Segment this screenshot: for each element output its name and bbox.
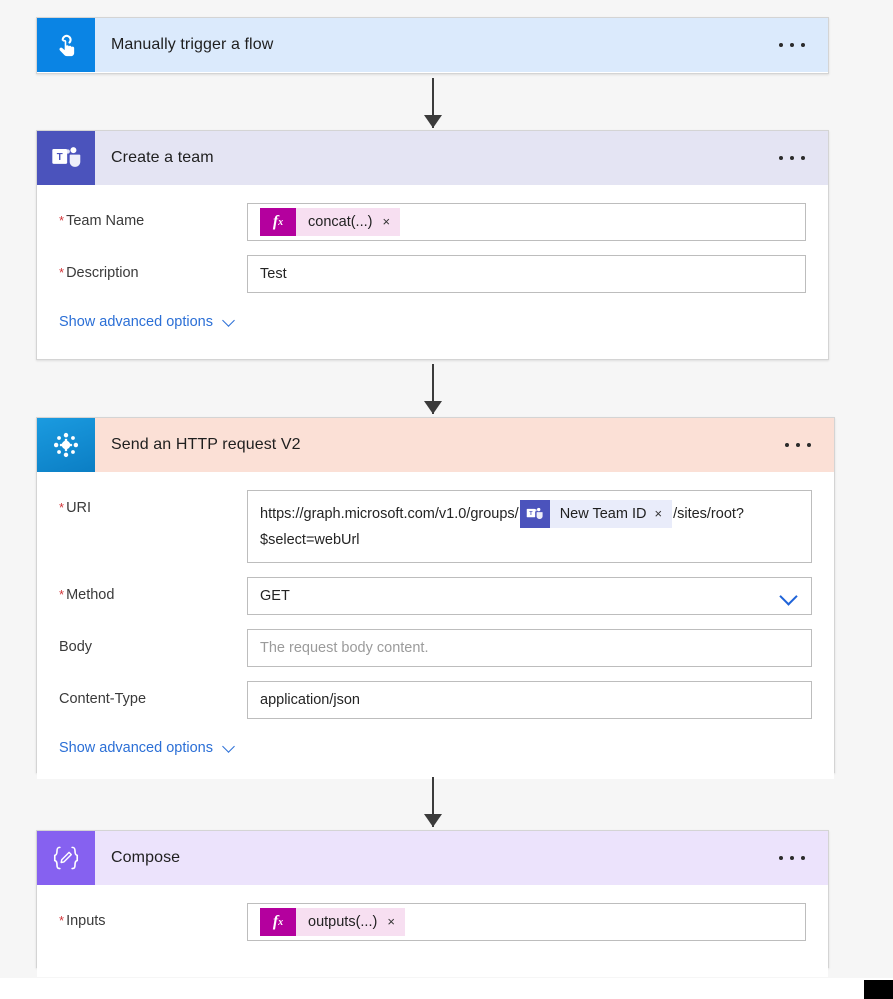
flow-step-card-compose[interactable]: Compose * Inputs fx outputs(...) × [36, 830, 829, 977]
dot [779, 856, 783, 860]
flow-step-card-create-a-team[interactable]: T Create a team * Team Name fx concat(..… [36, 130, 829, 360]
office365-groups-burst-icon [37, 418, 95, 472]
body-placeholder: The request body content. [260, 640, 429, 656]
card-icon-container [37, 418, 95, 472]
card-body: * URI https://graph.microsoft.com/v1.0/gr… [37, 472, 834, 779]
form-row-content-type: Content-Type application/json [59, 681, 812, 719]
card-title: Compose [111, 849, 181, 866]
field-label-content-type: Content-Type [59, 691, 147, 707]
field-label-team-name: * Team Name [59, 213, 145, 229]
touch-hand-icon [37, 18, 95, 72]
fx-icon: fx [260, 908, 296, 936]
form-row-inputs: * Inputs fx outputs(...) × [59, 903, 806, 941]
dynamic-token-new-team-id[interactable]: T New Team ID × [519, 500, 673, 528]
dot [790, 856, 794, 860]
description-value: Test [260, 266, 287, 282]
card-header: T Create a team [37, 131, 828, 185]
required-marker: * [59, 913, 65, 928]
remove-token-icon[interactable]: × [652, 500, 672, 528]
dot [785, 443, 789, 447]
flow-step-card-send-an-http-request-v2[interactable]: Send an HTTP request V2 * URI https://gra… [36, 417, 835, 779]
chevron-down-icon [223, 313, 241, 331]
token-label: outputs(...) [308, 914, 378, 930]
flow-step-card-trigger[interactable]: Manually trigger a flow [36, 17, 829, 74]
card-icon-container [37, 831, 95, 885]
token-label: concat(...) [308, 214, 373, 230]
content-type-value: application/json [260, 692, 360, 708]
card-header: Compose [37, 831, 828, 885]
show-advanced-options-link-create-a-team[interactable]: Show advanced options [59, 313, 241, 331]
card-body: * Team Name fx concat(...) × * Description… [37, 185, 828, 353]
method-select[interactable]: GET [247, 577, 812, 615]
card-overflow-menu-button[interactable] [756, 831, 828, 885]
required-marker: * [59, 265, 65, 280]
dot [801, 156, 805, 160]
svg-text:T: T [57, 152, 63, 163]
form-row-body: Body The request body content. [59, 629, 812, 667]
dot [779, 43, 783, 47]
dot [807, 443, 811, 447]
required-marker: * [59, 587, 65, 602]
form-row-team-name: * Team Name fx concat(...) × [59, 203, 806, 241]
card-icon-container: T [37, 131, 95, 185]
advanced-options-label: Show advanced options [59, 314, 213, 330]
form-row-description: * Description Test [59, 255, 806, 293]
method-selected-value: GET [260, 588, 290, 604]
flow-designer-canvas: Manually trigger a flow T Create a team … [0, 0, 893, 999]
connector-arrowhead [424, 401, 442, 414]
dot [796, 443, 800, 447]
form-row-uri: * URI https://graph.microsoft.com/v1.0/gr… [59, 490, 812, 563]
team-name-input[interactable]: fx concat(...) × [247, 203, 806, 241]
card-header: Send an HTTP request V2 [37, 418, 834, 472]
inputs-input[interactable]: fx outputs(...) × [247, 903, 806, 941]
required-marker: * [59, 213, 65, 228]
description-input[interactable]: Test [247, 255, 806, 293]
remove-token-icon[interactable]: × [385, 908, 405, 936]
field-label-method: * Method [59, 587, 115, 603]
content-type-input[interactable]: application/json [247, 681, 812, 719]
expression-token-outputs[interactable]: fx outputs(...) × [260, 908, 405, 936]
compose-braces-icon [37, 831, 95, 885]
card-icon-container [37, 18, 95, 72]
card-overflow-menu-button[interactable] [756, 18, 828, 72]
field-label-body: Body [59, 639, 93, 655]
card-overflow-menu-button[interactable] [756, 131, 828, 185]
dot [790, 43, 794, 47]
advanced-options-label: Show advanced options [59, 740, 213, 756]
body-input[interactable]: The request body content. [247, 629, 812, 667]
token-label: New Team ID [559, 505, 647, 522]
card-overflow-menu-button[interactable] [762, 418, 834, 472]
screenshot-artifact-block [864, 980, 893, 999]
show-advanced-options-link-http[interactable]: Show advanced options [59, 739, 241, 757]
microsoft-teams-icon: T [519, 500, 550, 528]
dot [801, 43, 805, 47]
expression-token-concat[interactable]: fx concat(...) × [260, 208, 401, 236]
card-title: Create a team [111, 149, 214, 166]
required-marker: * [59, 500, 65, 515]
uri-prefix-text: https://graph.microsoft.com/v1.0/groups/ [260, 505, 519, 522]
card-title: Manually trigger a flow [111, 36, 274, 53]
page-bottom-white-strip [0, 978, 893, 999]
card-body: * Inputs fx outputs(...) × [37, 885, 828, 977]
connector-arrow-3 [421, 777, 445, 827]
connector-arrow-2 [421, 364, 445, 414]
card-header: Manually trigger a flow [37, 18, 828, 72]
dot [801, 856, 805, 860]
card-title: Send an HTTP request V2 [111, 436, 301, 453]
dot [779, 156, 783, 160]
field-label-description: * Description [59, 265, 139, 281]
form-row-method: * Method GET [59, 577, 812, 615]
connector-arrowhead [424, 814, 442, 827]
connector-arrow-1 [421, 78, 445, 128]
chevron-down-icon[interactable] [781, 587, 799, 605]
microsoft-teams-icon: T [37, 131, 95, 185]
connector-arrowhead [424, 115, 442, 128]
field-label-uri: * URI [59, 500, 92, 516]
chevron-down-icon [223, 739, 241, 757]
uri-input[interactable]: https://graph.microsoft.com/v1.0/groups/… [247, 490, 812, 563]
field-label-inputs: * Inputs [59, 913, 106, 929]
dot [790, 156, 794, 160]
remove-token-icon[interactable]: × [380, 208, 400, 236]
fx-icon: fx [260, 208, 296, 236]
